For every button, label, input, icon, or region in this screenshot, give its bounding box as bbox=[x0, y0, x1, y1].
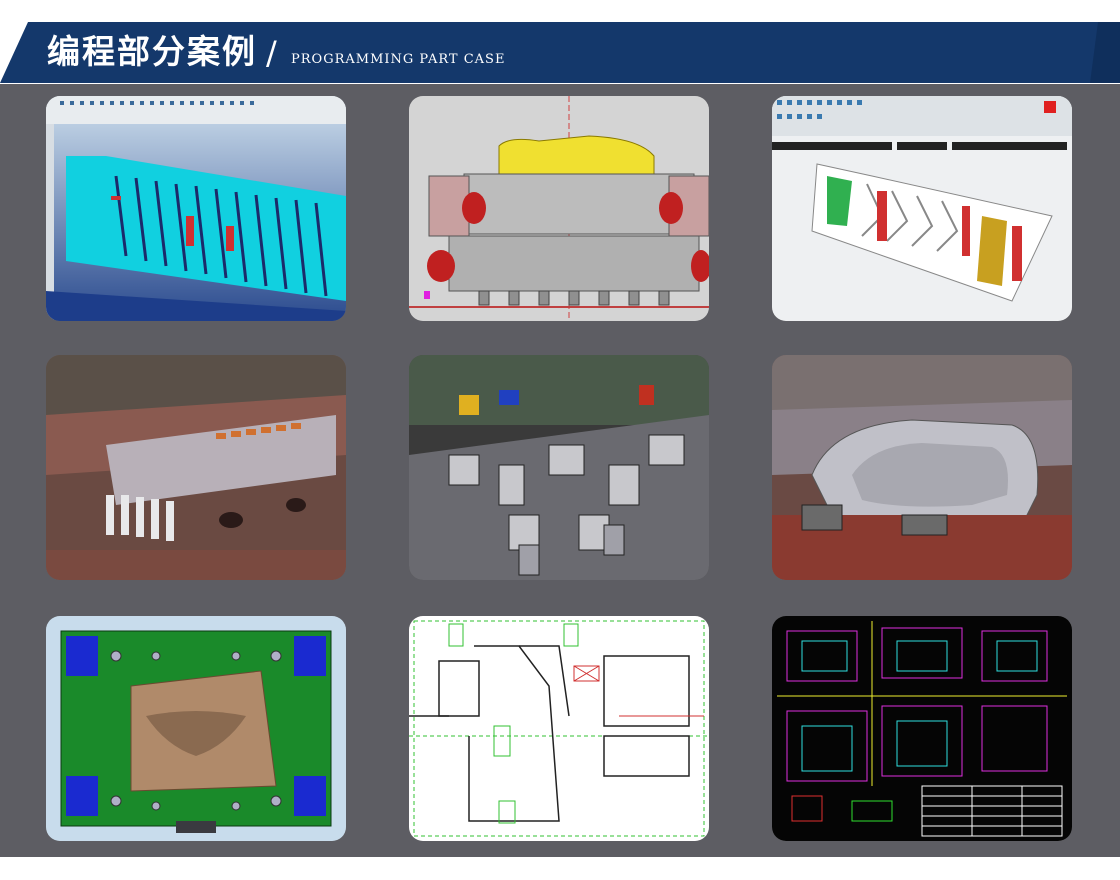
gallery-image-cad-2d-lines[interactable] bbox=[409, 616, 709, 841]
gallery-image-cad-cyan-strip[interactable] bbox=[46, 96, 346, 321]
gallery-image-cad-green-die[interactable] bbox=[46, 616, 346, 841]
gallery-image-cad-progressive-strip[interactable] bbox=[772, 96, 1072, 321]
gallery-image-cad-black-drawing[interactable] bbox=[772, 616, 1072, 841]
page-title: 编程部分案例 bbox=[47, 32, 257, 71]
gallery-image-cad-die-section[interactable] bbox=[409, 96, 709, 321]
gallery-image-photo-stamped-panel[interactable] bbox=[772, 355, 1072, 580]
gallery-image-photo-die-assembly[interactable] bbox=[46, 355, 346, 580]
page-subtitle: PROGRAMMING PART CASE bbox=[291, 52, 506, 67]
gallery-image-photo-machined-parts[interactable] bbox=[409, 355, 709, 580]
title-divider: / bbox=[266, 34, 277, 72]
